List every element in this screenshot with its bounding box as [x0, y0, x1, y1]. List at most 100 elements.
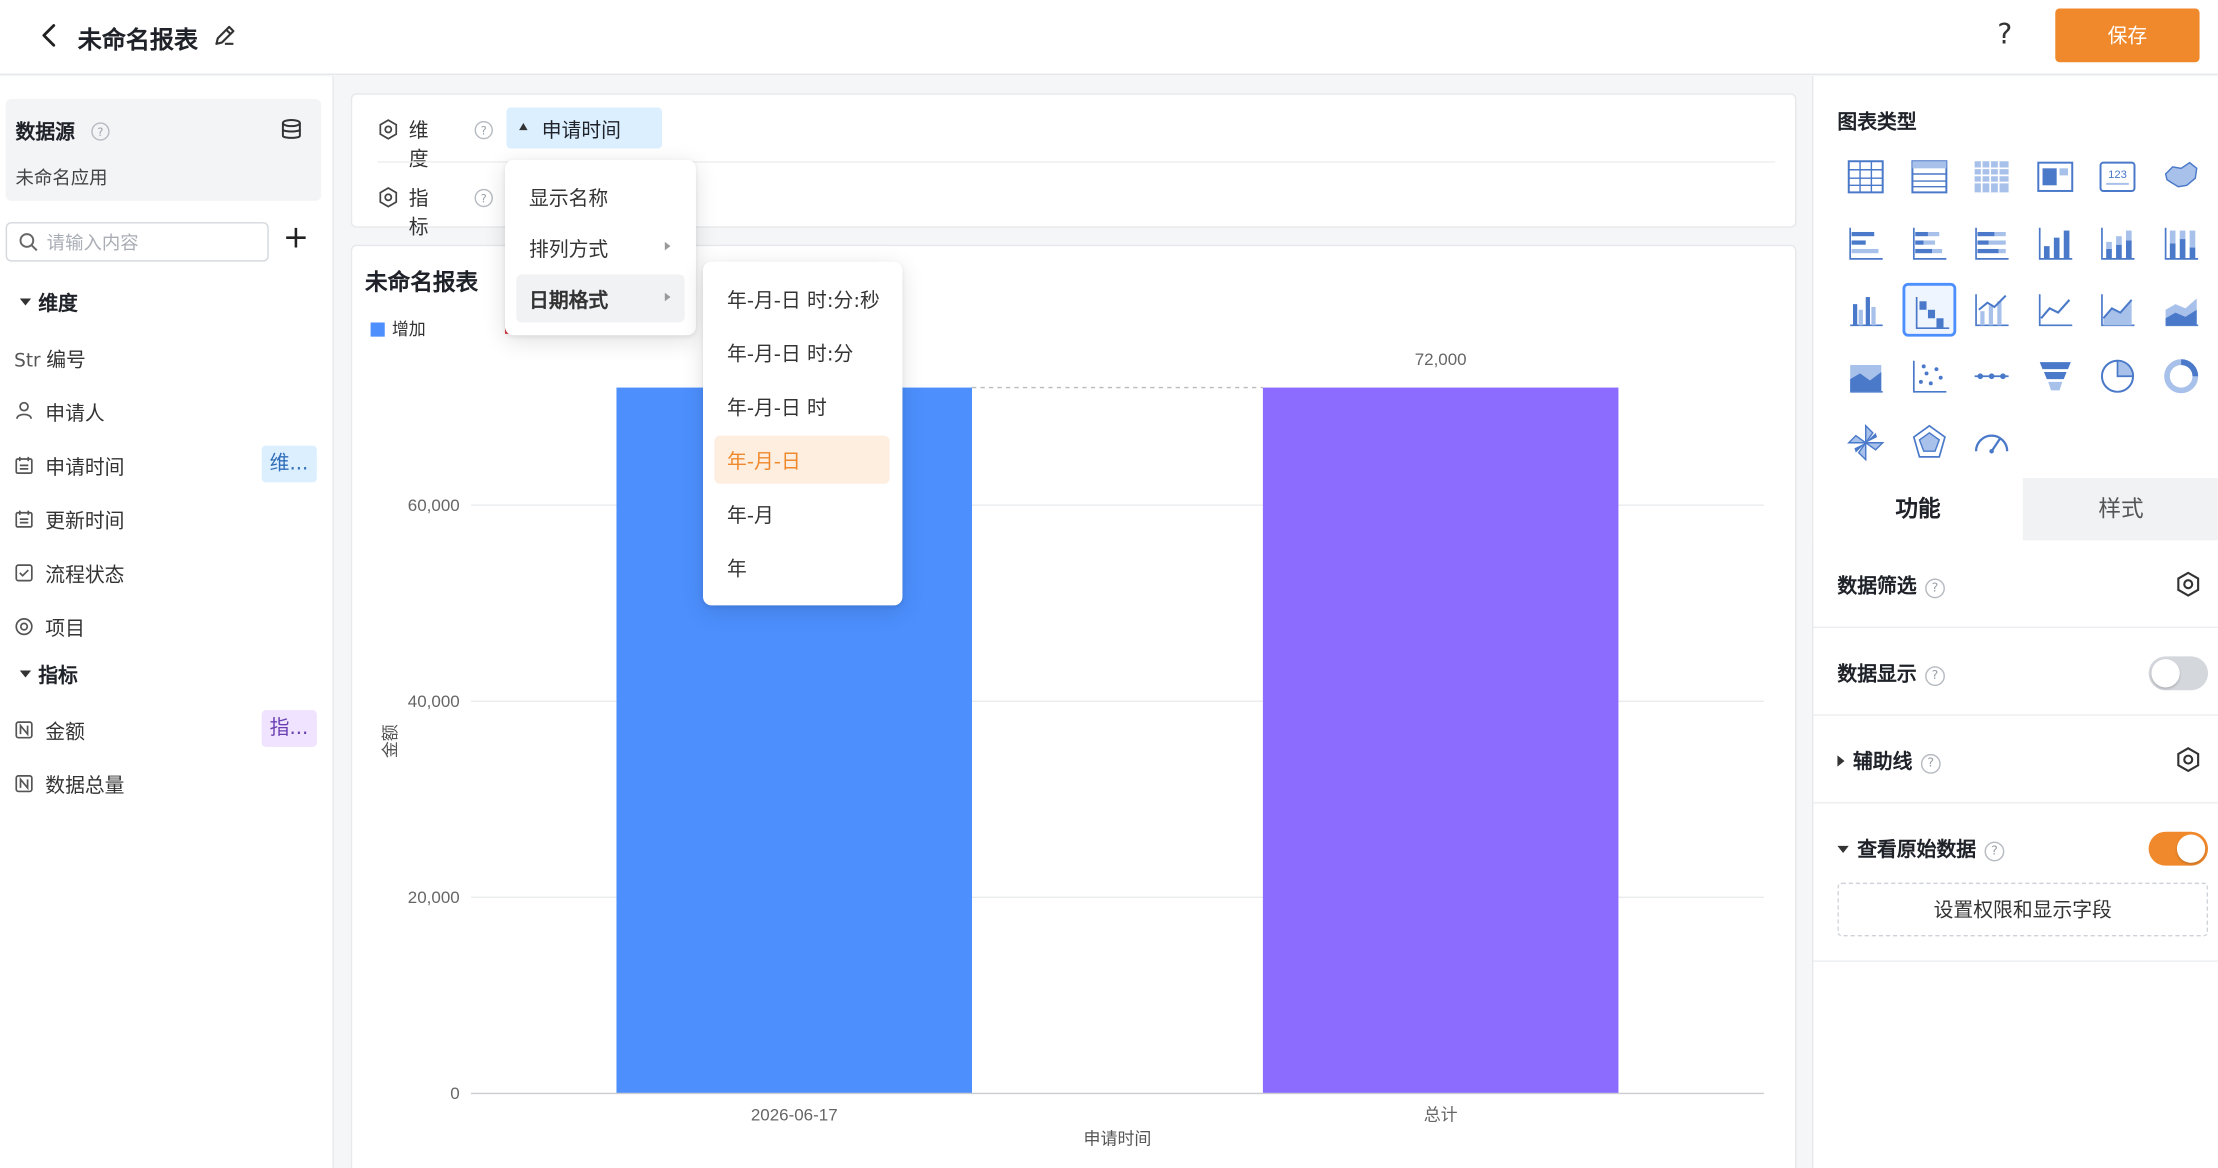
- scatter-icon: [1912, 360, 1946, 393]
- add-field-button[interactable]: +: [283, 223, 309, 254]
- row-label-text: 查看原始数据: [1857, 838, 1977, 862]
- chart-type-column[interactable]: [2028, 216, 2082, 270]
- chart-type-list-table[interactable]: [1902, 150, 1956, 204]
- field-label: Str 编号: [14, 345, 86, 373]
- date-format-y[interactable]: 年: [714, 543, 889, 591]
- indicator-section-label: 指标: [38, 664, 78, 688]
- field-item-update-time[interactable]: 更新时间: [14, 499, 320, 539]
- chart-type-stacked-column[interactable]: [2091, 216, 2145, 270]
- waterfall-chart: 0 20,000 40,000 60,000 2026-06-17 72,000 总计申请时…: [381, 350, 1764, 1148]
- number-card-icon: 123: [2100, 161, 2137, 192]
- chart-type-area[interactable]: [2091, 283, 2145, 337]
- top-header: 未命名报表 ? 保存: [0, 0, 2218, 75]
- pencil-icon: [215, 25, 235, 45]
- menu-item-sort[interactable]: 排列方式: [516, 223, 684, 271]
- indicator-section-header[interactable]: 指标: [19, 661, 78, 689]
- field-item-flow-status[interactable]: 流程状态: [14, 553, 320, 593]
- field-item-project[interactable]: 项目: [14, 607, 320, 647]
- help-button[interactable]: ?: [1997, 17, 2012, 51]
- chart-type-rose[interactable]: [1839, 416, 1893, 470]
- menu-item-label: 日期格式: [529, 289, 609, 313]
- chart-type-stacked-area[interactable]: [2154, 283, 2208, 337]
- chart-type-percent-bar-horizontal[interactable]: [1965, 216, 2019, 270]
- back-button[interactable]: [31, 17, 68, 54]
- legend-item-increase[interactable]: 增加: [370, 317, 426, 341]
- save-button[interactable]: 保存: [2055, 8, 2200, 63]
- chart-type-pie[interactable]: [2091, 349, 2145, 403]
- help-circle-icon[interactable]: ?: [474, 188, 494, 208]
- chart-type-waterfall[interactable]: [1901, 282, 1956, 337]
- chart-type-gauge[interactable]: [1965, 416, 2019, 470]
- field-item-number[interactable]: Str 编号: [14, 338, 320, 378]
- chart-type-percent-column[interactable]: [2154, 216, 2208, 270]
- gear-icon[interactable]: [378, 119, 399, 140]
- chart-type-stacked-bar-horizontal[interactable]: [1902, 216, 1956, 270]
- tab-style[interactable]: 样式: [2022, 478, 2218, 541]
- help-circle-icon[interactable]: ?: [1925, 578, 1945, 599]
- help-circle-icon[interactable]: ?: [1925, 666, 1945, 687]
- aux-line-label[interactable]: 辅助线?: [1837, 747, 1941, 775]
- menu-item-date-format[interactable]: 日期格式: [516, 274, 685, 323]
- field-search: [5, 222, 269, 262]
- chart-card: 0 20,000 40,000 60,000 2026-06-17 72,000 总计 申请时…: [350, 244, 1797, 1168]
- help-circle-icon[interactable]: ?: [91, 122, 111, 142]
- chart-type-donut[interactable]: [2154, 349, 2208, 403]
- radio-icon: [15, 617, 33, 636]
- stacked-area-icon: [2165, 298, 2199, 327]
- set-permission-fields-button[interactable]: 设置权限和显示字段: [1837, 882, 2209, 937]
- app-root: 未命名报表 ? 保存 数据源 ? 未命名应用 + 维度 Str编号 申请人: [0, 0, 2218, 1168]
- help-circle-icon[interactable]: ?: [474, 120, 494, 140]
- in-use-indicator-tag: 指...: [261, 710, 317, 747]
- chart-type-scatter[interactable]: [1902, 349, 1956, 403]
- svg-text:?: ?: [481, 124, 487, 137]
- search-input[interactable]: [46, 229, 259, 258]
- chart-type-dot-line[interactable]: [1965, 349, 2019, 403]
- chart-type-percent-area[interactable]: [1839, 349, 1893, 403]
- caret-right-icon: [1837, 755, 1845, 767]
- chart-type-card[interactable]: [2028, 150, 2082, 204]
- raw-data-toggle[interactable]: [2148, 831, 2209, 866]
- field-item-amount[interactable]: 金额 指...: [14, 710, 320, 750]
- field-item-apply-time[interactable]: 申请时间 维...: [14, 445, 320, 486]
- field-item-data-count[interactable]: 数据总量: [14, 764, 320, 804]
- field-label: 申请时间: [45, 456, 125, 480]
- date-format-ymd-hm[interactable]: 年-月-日 时:分: [714, 328, 889, 376]
- x-tick-label: 总计: [1424, 1105, 1458, 1124]
- gear-icon[interactable]: [378, 187, 399, 208]
- date-format-ymd-hms[interactable]: 年-月-日 时:分:秒: [714, 274, 889, 322]
- raw-data-label[interactable]: 查看原始数据?: [1837, 835, 2005, 863]
- chart-type-map[interactable]: [2154, 150, 2208, 204]
- gear-icon[interactable]: [2174, 745, 2202, 773]
- stacked-column-icon: [2101, 227, 2136, 260]
- chart-type-bar-horizontal[interactable]: [1839, 216, 1893, 270]
- dimension-section-header[interactable]: 维度: [19, 289, 78, 317]
- chart-type-line[interactable]: [2028, 283, 2082, 337]
- chart-type-table[interactable]: [1839, 150, 1893, 204]
- indicator-label: 指标: [408, 188, 429, 240]
- svg-text:123: 123: [2109, 169, 2128, 181]
- field-label: 数据总量: [45, 775, 125, 798]
- y-axis-title: 金额: [381, 724, 400, 758]
- data-display-toggle[interactable]: [2148, 656, 2209, 691]
- svg-text:?: ?: [97, 126, 103, 139]
- chart-type-grouped-column[interactable]: [1839, 283, 1893, 337]
- date-format-ym[interactable]: 年-月: [714, 489, 889, 537]
- list-table-icon: [1910, 160, 1947, 194]
- chart-type-column-line[interactable]: [1965, 283, 2019, 337]
- chart-type-pivot-table[interactable]: [1965, 150, 2019, 204]
- dimension-chip-apply-time[interactable]: 申请时间: [506, 107, 662, 149]
- chart-type-funnel[interactable]: [2028, 349, 2082, 403]
- gear-icon[interactable]: [2174, 570, 2202, 598]
- edit-title-button[interactable]: [212, 23, 237, 48]
- field-item-applicant[interactable]: 申请人: [14, 392, 320, 432]
- help-circle-icon[interactable]: ?: [1920, 753, 1941, 774]
- menu-item-display-name[interactable]: 显示名称: [516, 173, 684, 221]
- help-circle-icon[interactable]: ?: [1984, 841, 2005, 862]
- tab-function[interactable]: 功能: [1813, 478, 2023, 541]
- caret-down-icon: [19, 298, 32, 306]
- database-icon[interactable]: [279, 117, 304, 142]
- chart-type-radar[interactable]: [1902, 416, 1956, 470]
- date-format-ymd[interactable]: 年-月-日: [714, 435, 890, 484]
- chart-type-number-card[interactable]: 123: [2091, 150, 2145, 204]
- date-format-ymd-h[interactable]: 年-月-日 时: [714, 382, 889, 430]
